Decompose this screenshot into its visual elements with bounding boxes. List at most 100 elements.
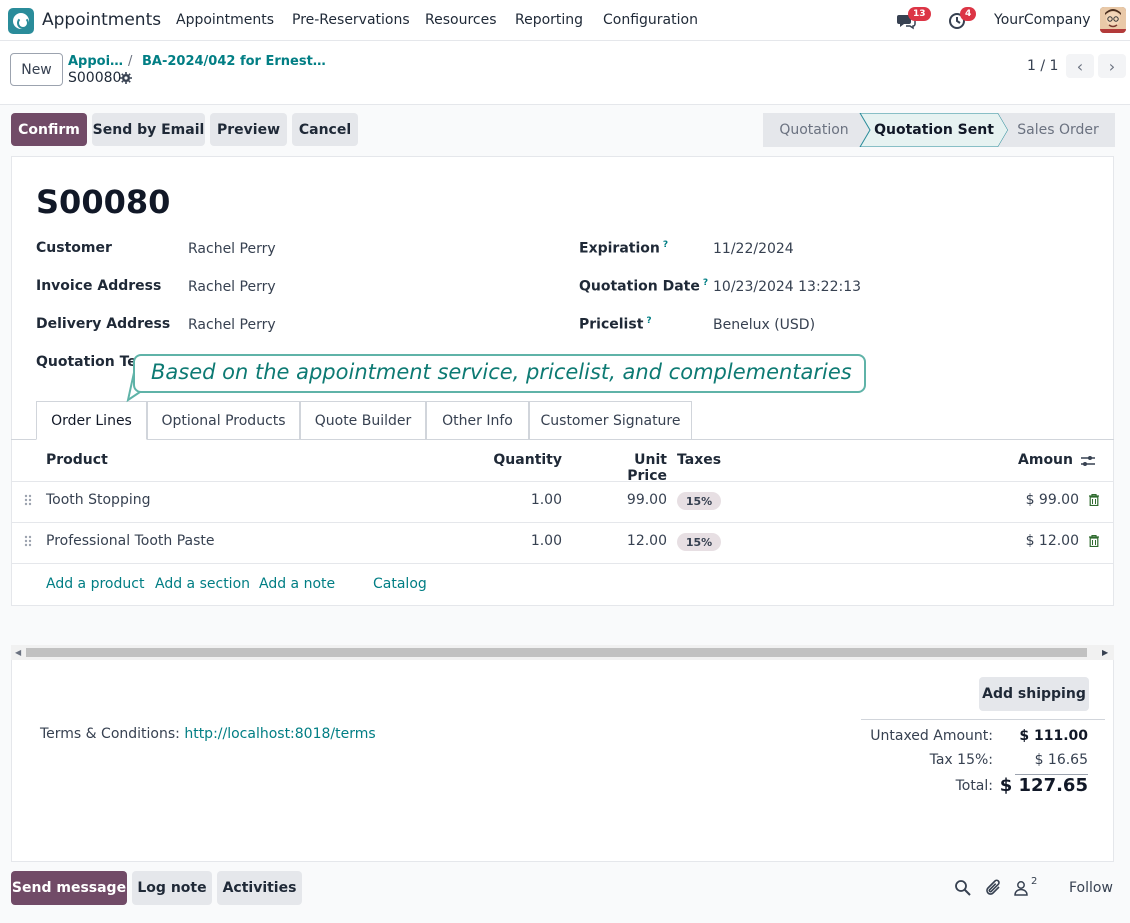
tax-value: $ 16.65 <box>1034 752 1088 768</box>
column-product[interactable]: Product <box>46 452 108 468</box>
invoice-address-label: Invoice Address <box>36 278 162 294</box>
expiration-label: Expiration? <box>579 240 669 257</box>
new-button[interactable]: New <box>10 53 63 86</box>
customer-label: Customer <box>36 240 112 256</box>
followers-count: 2 <box>1031 876 1038 887</box>
preview-button[interactable]: Preview <box>210 113 287 146</box>
activities-button[interactable]: Activities <box>217 871 302 905</box>
row-divider <box>11 563 1114 564</box>
line-product[interactable]: Tooth Stopping <box>46 492 150 508</box>
pricelist-help-icon[interactable]: ? <box>646 316 651 326</box>
pricelist-field[interactable]: Benelux (USD) <box>713 317 815 333</box>
tab-quote-builder[interactable]: Quote Builder <box>300 401 426 440</box>
search-icon[interactable] <box>954 879 972 897</box>
breadcrumb-booking[interactable]: BA-2024/042 for Ernest… <box>142 54 326 69</box>
top-navbar: Appointments Appointments Pre-Reservatio… <box>0 0 1130 41</box>
line-unit-price[interactable]: 99.00 <box>590 492 667 508</box>
optional-columns-icon[interactable] <box>1080 454 1096 468</box>
quotation-date-field[interactable]: 10/23/2024 13:22:13 <box>713 279 861 295</box>
stage-quotation-sent[interactable]: Quotation Sent <box>868 113 1000 147</box>
follow-button[interactable]: Follow <box>1069 880 1113 896</box>
drag-handle-icon[interactable] <box>24 494 32 506</box>
untaxed-amount-value: $ 111.00 <box>1019 728 1088 744</box>
tax-badge[interactable]: 15% <box>677 492 721 510</box>
pricelist-label: Pricelist? <box>579 316 652 333</box>
quotation-date-help-icon[interactable]: ? <box>703 278 708 288</box>
control-panel <box>0 41 1130 105</box>
followers-icon[interactable] <box>1014 879 1032 897</box>
untaxed-amount-label: Untaxed Amount: <box>870 728 993 744</box>
add-note-link[interactable]: Add a note <box>259 576 335 592</box>
column-quantity[interactable]: Quantity <box>490 452 562 468</box>
line-product[interactable]: Professional Tooth Paste <box>46 533 215 549</box>
scroll-left-arrow[interactable]: ◀ <box>15 648 21 657</box>
drag-handle-icon[interactable] <box>24 535 32 547</box>
menu-appointments[interactable]: Appointments <box>176 12 274 28</box>
send-by-email-button[interactable]: Send by Email <box>92 113 205 146</box>
total-label: Total: <box>955 778 993 794</box>
activities-badge: 4 <box>960 7 977 21</box>
invoice-address-field[interactable]: Rachel Perry <box>188 279 276 295</box>
expiration-help-icon[interactable]: ? <box>663 240 668 250</box>
record-title: S00080 <box>36 183 171 221</box>
gear-icon[interactable] <box>120 72 132 84</box>
company-switcher[interactable]: YourCompany <box>994 12 1091 28</box>
row-divider <box>11 522 1114 523</box>
messages-icon[interactable]: 13 <box>896 7 931 31</box>
totals-divider <box>861 719 1105 720</box>
breadcrumb-appointments[interactable]: Appoi… <box>68 54 123 69</box>
menu-configuration[interactable]: Configuration <box>603 12 698 28</box>
tab-customer-signature[interactable]: Customer Signature <box>529 401 692 440</box>
appointments-app-icon[interactable] <box>8 8 34 34</box>
tab-other-info[interactable]: Other Info <box>426 401 529 440</box>
customer-field[interactable]: Rachel Perry <box>188 241 276 257</box>
stage-quotation[interactable]: Quotation <box>763 113 865 147</box>
delete-line-icon[interactable] <box>1089 534 1099 548</box>
log-note-button[interactable]: Log note <box>132 871 212 905</box>
delivery-address-label: Delivery Address <box>36 316 171 332</box>
line-amount: $ 99.00 <box>1025 492 1079 508</box>
breadcrumb-separator: / <box>128 54 133 69</box>
column-taxes[interactable]: Taxes <box>677 452 721 468</box>
add-product-link[interactable]: Add a product <box>46 576 144 592</box>
expiration-field[interactable]: 11/22/2024 <box>713 241 794 257</box>
delivery-address-field[interactable]: Rachel Perry <box>188 317 276 333</box>
stage-sales-order[interactable]: Sales Order <box>1005 113 1111 147</box>
confirm-button[interactable]: Confirm <box>11 113 87 146</box>
menu-resources[interactable]: Resources <box>425 12 497 28</box>
user-avatar[interactable] <box>1100 7 1126 33</box>
scrollbar-thumb[interactable] <box>26 648 1087 657</box>
tooltip-bubble: Based on the appointment service, pricel… <box>133 354 866 393</box>
table-filler <box>11 606 1114 645</box>
add-section-link[interactable]: Add a section <box>155 576 250 592</box>
pager-previous-button[interactable]: ‹ <box>1066 54 1094 78</box>
line-quantity[interactable]: 1.00 <box>490 492 562 508</box>
pager-next-button[interactable]: › <box>1098 54 1126 78</box>
tax-badge[interactable]: 15% <box>677 533 721 551</box>
tab-order-lines[interactable]: Order Lines <box>36 401 147 440</box>
terms-label: Terms & Conditions: <box>40 726 180 742</box>
line-quantity[interactable]: 1.00 <box>490 533 562 549</box>
messages-badge: 13 <box>908 7 931 21</box>
activities-clock-icon[interactable]: 4 <box>948 7 977 31</box>
tab-optional-products[interactable]: Optional Products <box>147 401 300 440</box>
pager-value[interactable]: 1 / 1 <box>1027 58 1058 74</box>
total-value: $ 127.65 <box>999 775 1088 796</box>
catalog-link[interactable]: Catalog <box>373 576 427 592</box>
scroll-right-arrow[interactable]: ▶ <box>1102 648 1108 657</box>
delete-line-icon[interactable] <box>1089 493 1099 507</box>
menu-pre-reservations[interactable]: Pre-Reservations <box>292 12 410 28</box>
app-name[interactable]: Appointments <box>42 10 161 30</box>
line-unit-price[interactable]: 12.00 <box>590 533 667 549</box>
cancel-button[interactable]: Cancel <box>292 113 358 146</box>
quotation-date-label: Quotation Date? <box>579 278 709 295</box>
paperclip-icon[interactable] <box>985 879 1003 897</box>
line-amount: $ 12.00 <box>1025 533 1079 549</box>
column-unit-price[interactable]: Unit Price <box>590 452 667 484</box>
column-amount[interactable]: Amoun <box>1000 452 1073 468</box>
add-shipping-button[interactable]: Add shipping <box>979 677 1089 711</box>
send-message-button[interactable]: Send message <box>11 871 127 905</box>
terms-link[interactable]: http://localhost:8018/terms <box>184 726 375 742</box>
header-divider <box>11 481 1114 482</box>
menu-reporting[interactable]: Reporting <box>515 12 583 28</box>
